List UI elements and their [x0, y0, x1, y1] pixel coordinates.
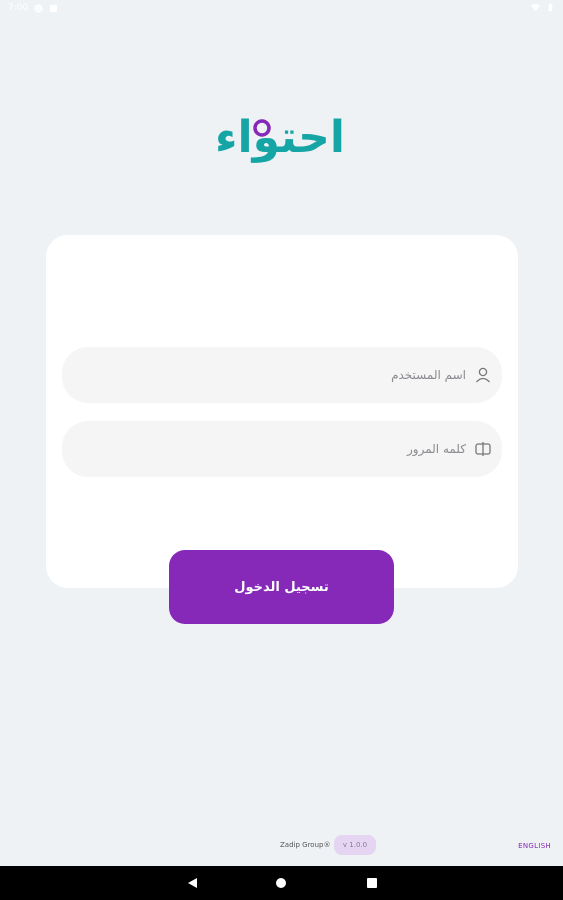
- version-badge: v 1.0.0: [334, 835, 376, 855]
- login-button[interactable]: تسجيل الدخول: [169, 550, 394, 624]
- username-placeholder: اسم المستخدم: [391, 368, 466, 382]
- password-placeholder: كلمه المرور: [406, 442, 466, 456]
- password-field[interactable]: كلمه المرور: [62, 421, 502, 477]
- user-icon: [476, 367, 490, 383]
- recent-apps-icon[interactable]: [366, 877, 378, 889]
- username-field[interactable]: اسم المستخدم: [62, 347, 502, 403]
- home-icon[interactable]: [275, 877, 287, 889]
- wifi-icon: [531, 3, 540, 12]
- back-icon[interactable]: [186, 877, 198, 889]
- status-time: 7:00: [8, 3, 29, 13]
- g-icon: G: [34, 3, 43, 12]
- app-logo: احتواء: [200, 108, 360, 172]
- logo-text: احتواء: [215, 112, 345, 163]
- svg-text:G: G: [36, 5, 41, 12]
- status-bar: 7:00 G: [0, 0, 563, 18]
- battery-icon: [548, 3, 553, 12]
- language-switch-link[interactable]: ENGLISH: [518, 842, 551, 850]
- company-name: Zadip Group®: [280, 841, 331, 849]
- system-nav-bar: [0, 866, 563, 900]
- notification-icon: [50, 4, 58, 12]
- login-card: [46, 235, 518, 588]
- logo-mark: احتواء: [215, 112, 345, 163]
- password-icon: [475, 442, 491, 456]
